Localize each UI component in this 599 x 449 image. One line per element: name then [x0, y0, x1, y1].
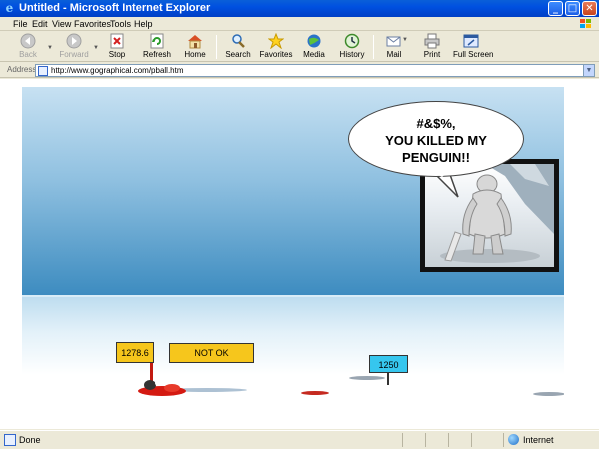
page-done-icon: [4, 434, 16, 446]
address-label: Address: [7, 65, 37, 74]
maximize-button[interactable]: □: [565, 1, 580, 16]
search-icon: [232, 34, 245, 48]
media-icon: [307, 34, 321, 48]
history-button[interactable]: History: [338, 33, 366, 61]
forward-dropdown-icon[interactable]: ▼: [93, 45, 99, 51]
internet-zone-icon: [508, 434, 519, 445]
print-button[interactable]: Print: [420, 33, 444, 61]
menu-favorites[interactable]: Favorites: [74, 18, 111, 30]
home-button[interactable]: Home: [182, 33, 208, 61]
home-icon: [188, 35, 202, 49]
toolbar-separator: [373, 35, 374, 59]
stop-icon: [110, 33, 124, 49]
status-pane-divider: [448, 433, 449, 447]
page-icon: [38, 66, 48, 76]
forward-arrow-icon: [66, 33, 82, 49]
address-field[interactable]: ▼: [35, 64, 595, 77]
status-bar: Done Internet: [0, 430, 599, 449]
menu-help[interactable]: Help: [134, 18, 153, 30]
page-content: #&$%, YOU KILLED MY PENGUIN!! 1278.6 NOT…: [0, 79, 599, 429]
status-pane-divider: [402, 433, 403, 447]
star-icon: [268, 33, 284, 49]
game-scene[interactable]: #&$%, YOU KILLED MY PENGUIN!! 1278.6 NOT…: [22, 87, 564, 401]
back-dropdown-icon[interactable]: ▼: [47, 45, 53, 51]
zone-text: Internet: [523, 435, 554, 445]
title-bar: e Untitled - Microsoft Internet Explorer…: [0, 0, 599, 17]
close-button[interactable]: ✕: [582, 1, 597, 16]
stop-button[interactable]: Stop: [104, 33, 130, 61]
menu-edit[interactable]: Edit: [32, 18, 48, 30]
fullscreen-button[interactable]: Full Screen: [453, 33, 493, 61]
history-icon: [344, 33, 360, 49]
favorites-button[interactable]: Favorites: [259, 33, 293, 61]
back-arrow-icon: [20, 33, 36, 49]
window-title: Untitled - Microsoft Internet Explorer: [19, 2, 211, 14]
toolbar: Back ▼ Forward ▼ Stop Refresh Home Searc…: [0, 32, 599, 62]
ground-marks: [138, 376, 564, 396]
mail-dropdown-icon[interactable]: ▼: [402, 37, 408, 43]
refresh-button[interactable]: Refresh: [140, 33, 174, 61]
fullscreen-icon: [463, 34, 479, 48]
mail-icon: [386, 36, 401, 47]
status-pane-divider: [471, 433, 472, 447]
search-button[interactable]: Search: [224, 33, 252, 61]
ie-logo-icon: e: [5, 1, 14, 15]
status-text: Done: [19, 435, 41, 445]
toolbar-separator: [216, 35, 217, 59]
address-dropdown-icon[interactable]: ▼: [583, 65, 594, 76]
windows-flag-icon: [580, 19, 591, 28]
printer-icon: [424, 33, 440, 49]
menu-bar: File Edit View Favorites Tools Help: [0, 17, 599, 31]
refresh-icon: [150, 33, 164, 49]
menu-file[interactable]: File: [13, 18, 28, 30]
address-bar: Address ▼: [0, 63, 599, 78]
menu-tools[interactable]: Tools: [110, 18, 131, 30]
media-button[interactable]: Media: [301, 33, 327, 61]
minimize-button[interactable]: _: [548, 1, 563, 16]
menu-view[interactable]: View: [52, 18, 71, 30]
forward-button[interactable]: Forward: [58, 33, 90, 61]
status-pane-divider: [425, 433, 426, 447]
url-input[interactable]: [51, 65, 571, 76]
back-button[interactable]: Back: [16, 33, 40, 61]
status-pane-divider: [503, 433, 504, 447]
